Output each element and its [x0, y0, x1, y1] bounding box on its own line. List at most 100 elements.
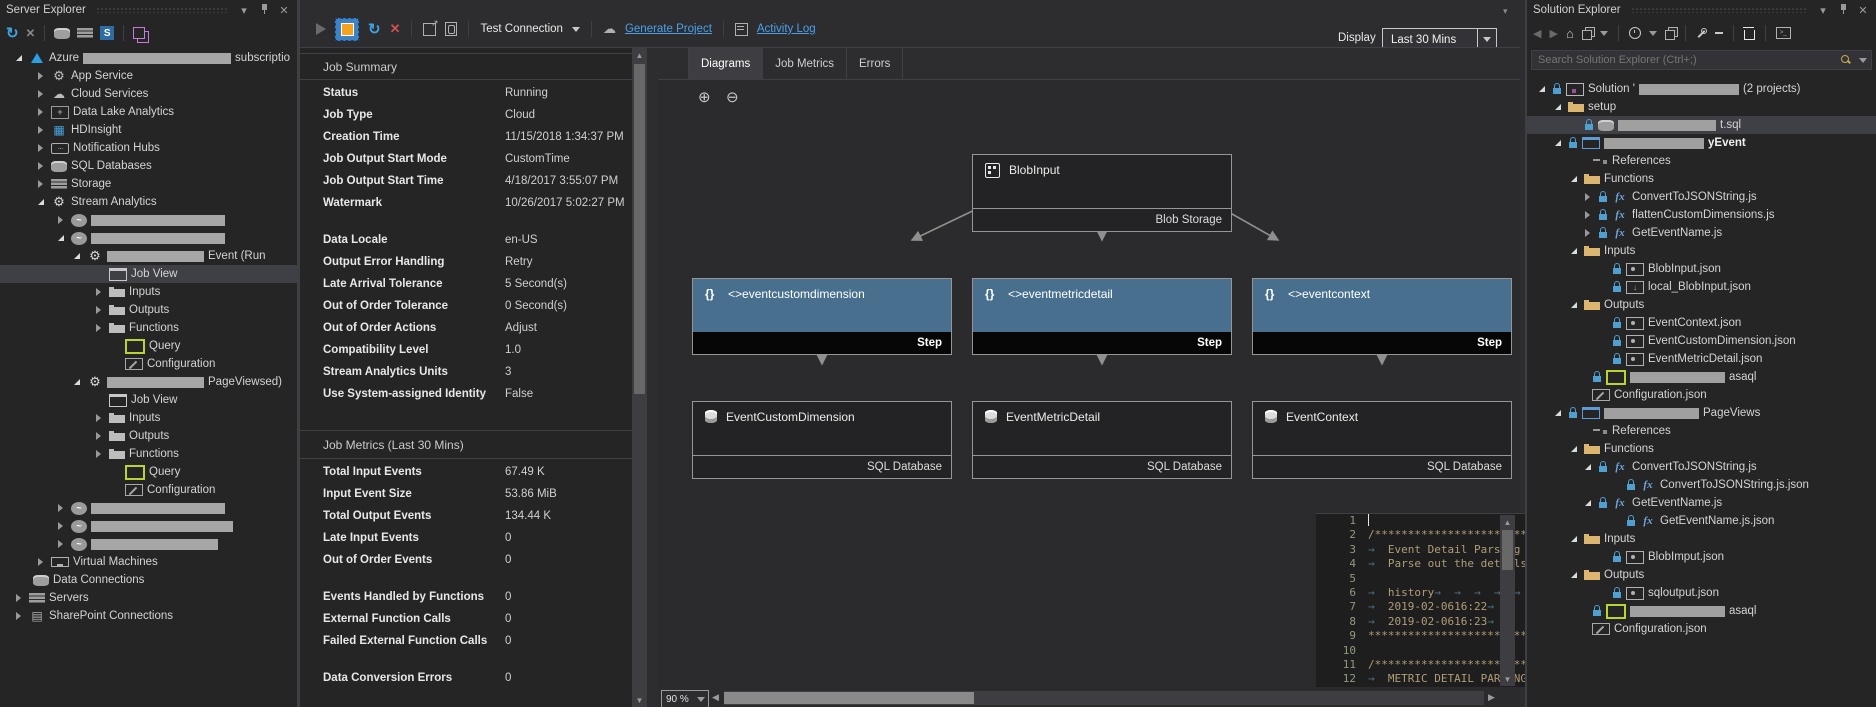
tree-item-references[interactable]: References — [1527, 422, 1876, 440]
expander-closed-icon[interactable] — [34, 144, 47, 152]
expander-closed-icon[interactable] — [92, 432, 105, 440]
refresh-icon[interactable]: ↻ — [6, 24, 19, 42]
solution-search-input[interactable] — [1532, 53, 1841, 67]
unload-icon[interactable] — [1715, 32, 1723, 34]
hscroll-right-icon[interactable]: ▶ — [1488, 692, 1495, 703]
back-icon[interactable]: ◀ — [1533, 27, 1541, 40]
start-icon[interactable] — [316, 23, 326, 35]
window-menu-icon[interactable]: ▾ — [1816, 4, 1830, 17]
chevron-down-icon[interactable] — [1859, 58, 1867, 63]
tree-item-redacted[interactable] — [0, 499, 297, 517]
tree-item-outputs[interactable]: Outputs — [0, 301, 297, 319]
job-panel-scrollbar[interactable]: ▲ ▼ — [632, 48, 647, 707]
console-icon[interactable] — [1776, 27, 1791, 39]
expander-closed-icon[interactable] — [54, 522, 67, 530]
tree-item-eventcontext-json[interactable]: EventContext.json — [1527, 314, 1876, 332]
expander-closed-icon[interactable] — [1581, 193, 1594, 201]
expander-open-icon[interactable] — [1581, 500, 1594, 506]
tree-item-data-connections[interactable]: Data Connections — [0, 571, 297, 589]
expander-closed-icon[interactable] — [34, 558, 47, 566]
tab-job-metrics[interactable]: Job Metrics — [763, 48, 847, 79]
close-icon[interactable]: ✕ — [1856, 4, 1870, 17]
tree-item-configuration-json[interactable]: Configuration.json — [1527, 386, 1876, 404]
tree-item-converttojsonstring-js-json[interactable]: ConvertToJSONString.js.json — [1527, 476, 1876, 494]
tree-item-inputs[interactable]: Inputs — [1527, 242, 1876, 260]
expander-closed-icon[interactable] — [54, 216, 67, 224]
expander-closed-icon[interactable] — [1581, 211, 1594, 219]
expander-open-icon[interactable] — [54, 235, 67, 241]
expander-open-icon[interactable] — [12, 55, 25, 61]
trash-icon[interactable] — [1744, 30, 1755, 40]
tree-item-sql-databases[interactable]: SQL Databases — [0, 157, 297, 175]
expander-open-icon[interactable] — [1581, 464, 1594, 470]
expander-closed-icon[interactable] — [92, 324, 105, 332]
tree-item-asaql[interactable]: asaql — [1527, 368, 1876, 386]
expander-open-icon[interactable] — [70, 379, 83, 385]
tree-item-outputs[interactable]: Outputs — [1527, 296, 1876, 314]
expander-open-icon[interactable] — [70, 253, 83, 259]
diagram-zoom-dropdown[interactable]: 90 % — [661, 690, 709, 707]
sql-server-object-explorer-icon[interactable]: S — [100, 26, 114, 40]
node-step-eventmetricdetail[interactable]: {}<>eventmetricdetail Step — [972, 278, 1232, 355]
tree-item-converttojsonstring-js[interactable]: ConvertToJSONString.js — [1527, 188, 1876, 206]
expander-closed-icon[interactable] — [92, 306, 105, 314]
expander-open-icon[interactable] — [1551, 104, 1564, 110]
tree-item-cloud-services[interactable]: Cloud Services — [0, 85, 297, 103]
expander-closed-icon[interactable] — [12, 594, 25, 602]
code-vertical-scrollbar[interactable]: ▲ ▼ — [1500, 515, 1515, 686]
attach-server-icon[interactable] — [77, 28, 93, 38]
tree-item-local-blobinput-json[interactable]: local_BlobInput.json — [1527, 278, 1876, 296]
switch-views-icon[interactable] — [1582, 30, 1592, 40]
node-output-eventcontext[interactable]: EventContext SQL Database — [1252, 401, 1512, 479]
test-connection-button[interactable]: Test Connection — [480, 23, 562, 35]
expander-open-icon[interactable] — [1567, 176, 1580, 182]
attach-database-icon[interactable] — [54, 28, 70, 39]
tree-item-geteventname-js-json[interactable]: GetEventName.js.json — [1527, 512, 1876, 530]
refresh-icon[interactable]: ↻ — [368, 20, 381, 38]
code-horizontal-scrollbar[interactable] — [724, 691, 1484, 705]
tree-item-blobimput-json[interactable]: BlobImput.json — [1527, 548, 1876, 566]
tree-item-hdinsight[interactable]: HDInsight — [0, 121, 297, 139]
chevron-down-icon[interactable] — [1649, 31, 1657, 36]
tree-item-inputs[interactable]: Inputs — [1527, 530, 1876, 548]
tree-item-functions[interactable]: Functions — [0, 319, 297, 337]
tree-item-redacted[interactable] — [0, 517, 297, 535]
tree-item-references[interactable]: References — [1527, 152, 1876, 170]
chevron-down-icon[interactable] — [572, 27, 580, 32]
tree-item-t-sql[interactable]: t.sql — [1527, 116, 1876, 134]
properties-icon[interactable] — [1696, 28, 1707, 39]
sync-with-active-document-icon[interactable] — [1665, 30, 1675, 40]
node-output-eventmetricdetail[interactable]: EventMetricDetail SQL Database — [972, 401, 1232, 479]
job-view-settings-icon[interactable] — [445, 22, 457, 36]
pending-changes-filter-icon[interactable] — [1629, 27, 1641, 39]
pin-icon[interactable] — [257, 3, 271, 17]
tree-item-app-service[interactable]: App Service — [0, 67, 297, 85]
expander-closed-icon[interactable] — [34, 126, 47, 134]
expander-closed-icon[interactable] — [54, 540, 67, 548]
node-output-eventcustomdimension[interactable]: EventCustomDimension SQL Database — [692, 401, 952, 479]
tree-item-eventcustomdimension-json[interactable]: EventCustomDimension.json — [1527, 332, 1876, 350]
tree-item-stream-analytics[interactable]: Stream Analytics — [0, 193, 297, 211]
expander-closed-icon[interactable] — [54, 504, 67, 512]
tree-item-event-run[interactable]: Event (Run — [0, 247, 297, 265]
expander-closed-icon[interactable] — [92, 414, 105, 422]
tree-item-query[interactable]: Query — [0, 337, 297, 355]
tab-diagrams[interactable]: Diagrams — [688, 48, 763, 79]
tree-item-storage[interactable]: Storage — [0, 175, 297, 193]
expander-open-icon[interactable] — [1567, 572, 1580, 578]
expander-closed-icon[interactable] — [34, 72, 47, 80]
tree-item-outputs[interactable]: Outputs — [0, 427, 297, 445]
expander-closed-icon[interactable] — [34, 90, 47, 98]
tree-item-yevent[interactable]: yEvent — [1527, 134, 1876, 152]
expander-open-icon[interactable] — [1551, 410, 1564, 416]
tree-item-flattencustomdimensions-js[interactable]: flattenCustomDimensions.js — [1527, 206, 1876, 224]
hscroll-left-icon[interactable]: ◀ — [712, 692, 719, 703]
window-menu-icon[interactable]: ▾ — [237, 4, 251, 17]
delete-icon[interactable]: ✕ — [390, 21, 401, 37]
expander-closed-icon[interactable] — [34, 162, 47, 170]
expander-open-icon[interactable] — [1567, 302, 1580, 308]
tree-item-query[interactable]: Query — [0, 463, 297, 481]
tree-item-geteventname-js[interactable]: GetEventName.js — [1527, 224, 1876, 242]
tree-item-pageviews[interactable]: PageViews — [1527, 404, 1876, 422]
tree-item-pageviewsed-[interactable]: PageViewsed) — [0, 373, 297, 391]
